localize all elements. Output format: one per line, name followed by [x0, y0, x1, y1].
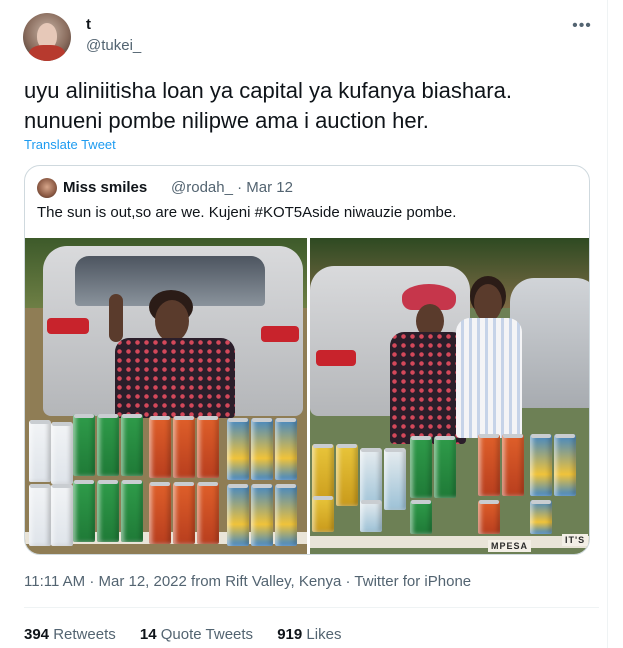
more-horizontal-icon[interactable]: •••: [572, 16, 592, 36]
sign-its: IT'S: [562, 534, 589, 546]
tweet-card: t @tukei_ ••• uyu aliniitisha loan ya ca…: [0, 0, 623, 648]
quoted-author-avatar[interactable]: [37, 178, 57, 198]
quoted-photo-right[interactable]: MPESA IT'S: [310, 238, 589, 554]
retweets-count: 394: [24, 626, 50, 643]
quoted-tweet[interactable]: Miss smiles @rodah_ · Mar 12 The sun is …: [24, 165, 590, 555]
quotes-count: 14: [139, 626, 157, 643]
quoted-tweet-text: The sun is out,so are we. Kujeni #KOT5As…: [37, 204, 457, 221]
quotes-label: Quote Tweets: [160, 626, 254, 643]
quote-tweets-stat[interactable]: 14 Quote Tweets: [140, 626, 253, 643]
retweets-stat[interactable]: 394 Retweets: [24, 626, 116, 643]
author-avatar[interactable]: [23, 13, 71, 61]
quoted-date[interactable]: Mar 12: [246, 179, 293, 196]
retweets-label: Retweets: [53, 626, 116, 643]
divider: [24, 607, 599, 608]
translate-tweet-link[interactable]: Translate Tweet: [24, 137, 116, 152]
likes-stat[interactable]: 919 Likes: [277, 626, 341, 643]
author-display-name[interactable]: t: [86, 16, 91, 33]
sign-mpesa: MPESA: [488, 540, 532, 552]
column-border: [607, 0, 608, 648]
quoted-photo-left[interactable]: [25, 238, 307, 554]
quoted-author-meta: @rodah_ · Mar 12: [171, 179, 293, 196]
tweet-stats: 394 Retweets 14 Quote Tweets 919 Likes: [24, 626, 361, 643]
tweet-timestamp[interactable]: 11:11 AM · Mar 12, 2022 from Rift Valley…: [24, 573, 471, 590]
author-handle[interactable]: @tukei_: [86, 37, 141, 54]
quoted-author-name[interactable]: Miss smiles: [63, 179, 147, 196]
quoted-author-handle[interactable]: @rodah_: [171, 179, 233, 196]
tweet-text: uyu aliniitisha loan ya capital ya kufan…: [24, 78, 512, 133]
likes-count: 919: [277, 626, 303, 643]
quoted-separator: ·: [237, 179, 243, 196]
likes-label: Likes: [306, 626, 342, 643]
